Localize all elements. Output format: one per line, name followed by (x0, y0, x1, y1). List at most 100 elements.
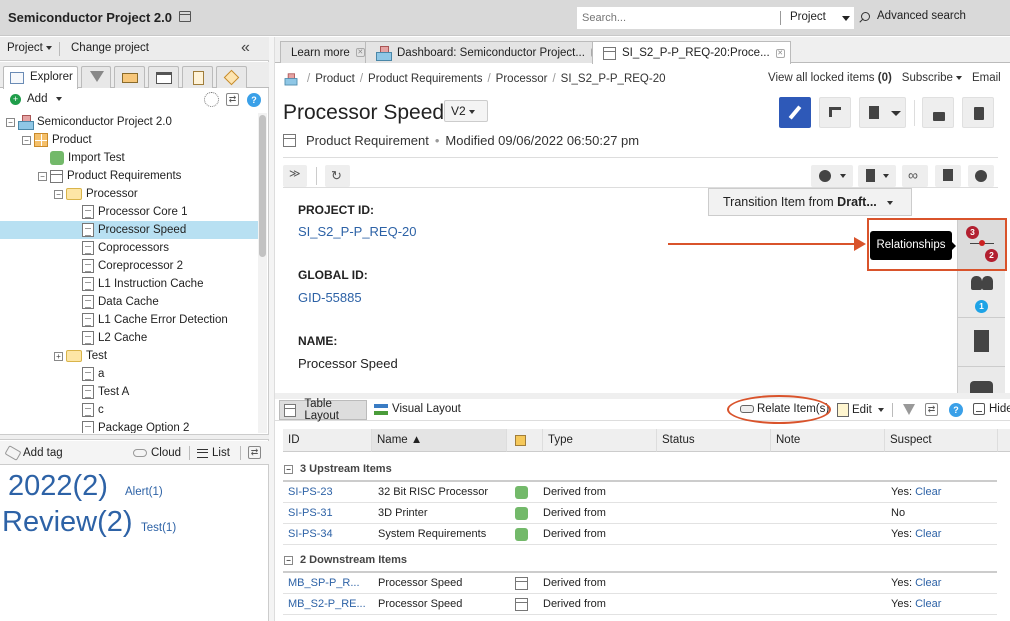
version-select[interactable]: V2 (444, 100, 488, 122)
vertical-splitter[interactable] (269, 37, 275, 621)
doc-tab-learn-more[interactable]: Learn more ✕ (280, 41, 371, 63)
table-row[interactable]: MB_S2-P_RE... Processor Speed Derived from… (283, 594, 997, 615)
tree-node[interactable]: Import Test (50, 149, 125, 167)
layout-toggle-icon[interactable] (179, 11, 191, 22)
collapse-icon[interactable]: − (6, 117, 15, 127)
add-tag-button[interactable]: Add tag (4, 445, 63, 461)
tree-node[interactable]: a (82, 365, 104, 383)
chevron-down-icon[interactable] (842, 16, 850, 21)
item-id-link[interactable]: SI-PS-23 (288, 486, 333, 498)
tag-link[interactable]: Review(2) (2, 506, 133, 539)
column-header-type[interactable]: Type (543, 429, 657, 452)
column-header-icon[interactable] (507, 429, 543, 452)
project-menu[interactable]: Project (7, 42, 52, 54)
tab-window[interactable] (148, 66, 179, 88)
delete-button[interactable] (962, 97, 994, 128)
hide-button[interactable]: Hide (973, 403, 1010, 415)
item-id-link[interactable]: MB_S2-P_RE... (288, 598, 366, 610)
close-icon[interactable]: ✕ (775, 48, 785, 58)
item-id-link[interactable]: MB_SP-P_R... (288, 577, 360, 589)
tag-link[interactable]: 2022(2) (8, 470, 108, 503)
doc-tab-dashboard[interactable]: Dashboard: Semiconductor Project...✕ (365, 41, 606, 63)
clear-suspect-link[interactable]: Clear (915, 528, 941, 540)
global-id-link[interactable]: GID-55885 (298, 290, 362, 305)
email-link[interactable]: Email (972, 72, 1001, 84)
advanced-search-link[interactable]: Advanced search (861, 10, 966, 22)
help-icon[interactable]: ? (247, 93, 261, 107)
breadcrumb-item[interactable]: Processor (496, 73, 548, 85)
expand-all-button[interactable]: ≫ (283, 165, 307, 187)
workflow-button[interactable] (819, 97, 851, 128)
breadcrumb-item[interactable]: Product (315, 73, 355, 85)
search-scope-select[interactable]: Project (790, 11, 826, 23)
table-row[interactable]: SI-PS-23 32 Bit RISC Processor Derived fro… (283, 482, 997, 503)
tab-tags[interactable] (216, 66, 247, 88)
project-icon[interactable] (284, 73, 298, 86)
search-input[interactable] (577, 7, 777, 29)
close-icon[interactable]: ✕ (355, 48, 365, 57)
collapse-icon[interactable]: − (284, 555, 293, 565)
table-row[interactable]: MB_SP-P_R... Processor Speed Derived from Y… (283, 573, 997, 594)
breadcrumb-item[interactable]: Product Requirements (368, 73, 482, 85)
column-header-status[interactable]: Status (657, 429, 771, 452)
collapse-icon[interactable]: − (22, 135, 31, 145)
tag-link[interactable]: Alert(1) (125, 486, 163, 498)
tree-node[interactable]: c (82, 401, 104, 419)
tree-node[interactable]: Data Cache (82, 293, 159, 311)
review-widget[interactable] (958, 318, 1005, 367)
collapse-icon[interactable]: − (54, 189, 63, 199)
scrollbar-thumb[interactable] (259, 115, 266, 257)
add-menu-button[interactable] (811, 165, 853, 187)
sync-icon[interactable]: ⇄ (248, 446, 261, 459)
doc-tab-item[interactable]: SI_S2_P-P_REQ-20:Proce... ✕ (592, 41, 791, 64)
refresh-button[interactable]: ↻ (325, 165, 350, 187)
column-header-name[interactable]: Name ▲ (372, 429, 507, 452)
tree-node[interactable]: Package Option 2 (82, 419, 189, 433)
clear-suspect-link[interactable]: Clear (915, 577, 941, 589)
clear-suspect-link[interactable]: Clear (915, 598, 941, 610)
expand-icon[interactable]: + (54, 351, 63, 361)
cloud-view-button[interactable]: Cloud (133, 447, 181, 459)
project-id-link[interactable]: SI_S2_P-P_REQ-20 (298, 224, 417, 239)
table-layout-button[interactable]: Table Layout (279, 398, 367, 422)
tree-node[interactable]: Processor Speed (0, 221, 258, 239)
edit-menu-button[interactable]: Edit (837, 403, 884, 417)
tree-node[interactable]: L1 Instruction Cache (82, 275, 203, 293)
sync-icon[interactable]: ⇄ (925, 403, 938, 416)
view-locked-items-link[interactable]: View all locked items (0) (768, 72, 892, 84)
tree-node[interactable]: Coreprocessor 2 (82, 257, 183, 275)
clear-suspect-link[interactable]: Clear (915, 486, 941, 498)
add-button[interactable]: + Add (10, 93, 63, 105)
lock-button[interactable] (922, 97, 954, 128)
filter-icon[interactable] (903, 404, 915, 415)
tab-calendar[interactable] (114, 66, 145, 88)
collapse-panel-button[interactable]: « (241, 39, 250, 57)
export-button[interactable] (859, 97, 906, 128)
column-header-id[interactable]: ID (283, 429, 372, 452)
collapse-icon[interactable]: − (38, 171, 47, 181)
change-project-link[interactable]: Change project (71, 42, 149, 54)
tree-node[interactable]: − Product Requirements (38, 167, 181, 185)
column-header-suspect[interactable]: Suspect (885, 429, 998, 452)
list-view-button[interactable]: List (197, 447, 230, 459)
link-button[interactable]: ∞ (902, 165, 928, 187)
gear-icon[interactable] (204, 92, 219, 107)
tree-node[interactable]: Coprocessors (82, 239, 169, 257)
sync-icon[interactable]: ⇄ (226, 93, 239, 106)
edit-button[interactable] (779, 97, 811, 128)
collapse-icon[interactable]: − (284, 464, 293, 474)
tree-node[interactable]: Processor Core 1 (82, 203, 187, 221)
tree-node[interactable]: − Processor (54, 185, 138, 203)
column-header-note[interactable]: Note (771, 429, 885, 452)
tab-explorer[interactable]: Explorer (3, 66, 78, 89)
tab-filter[interactable] (81, 66, 111, 88)
users-widget[interactable]: 1 (958, 270, 1005, 318)
subscribe-menu[interactable]: Subscribe (902, 72, 962, 84)
tree-node[interactable]: L1 Cache Error Detection (82, 311, 228, 329)
tab-clipboard[interactable] (182, 66, 213, 88)
tag-link[interactable]: Test(1) (141, 522, 176, 534)
tree-node[interactable]: + Test (54, 347, 107, 365)
document-menu-button[interactable] (858, 165, 896, 187)
panel-splitter[interactable] (0, 434, 269, 440)
visual-layout-button[interactable]: Visual Layout (374, 403, 461, 415)
